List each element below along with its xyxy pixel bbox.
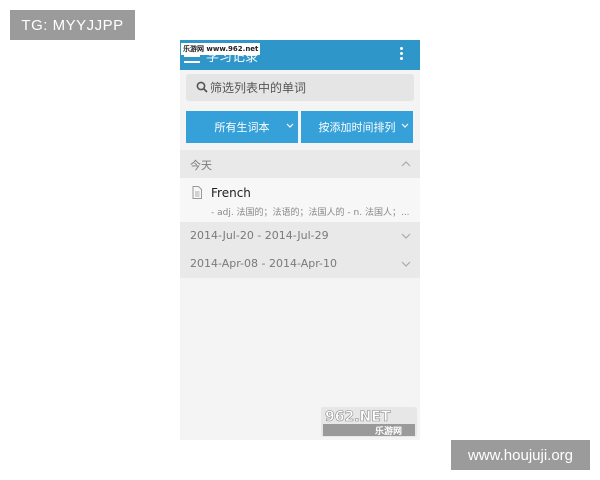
app-bar: 学习记录 乐游网 www.962.net — [180, 40, 420, 70]
chevron-up-icon — [401, 161, 411, 167]
search-icon — [196, 81, 208, 93]
document-icon — [192, 186, 202, 199]
list-item[interactable]: French - adj. 法国的；法语的；法国人的 - n. 法国人；... — [180, 178, 420, 222]
group-header-apr[interactable]: 2014-Apr-08 - 2014-Apr-10 — [180, 250, 420, 278]
group-header-today[interactable]: 今天 — [180, 150, 420, 178]
group-header-label: 2014-Apr-08 - 2014-Apr-10 — [190, 257, 337, 270]
tg-watermark-label: TG: MYYJJPP — [10, 10, 135, 40]
phone-screen: 学习记录 乐游网 www.962.net 所有生词本 按添加时间排列 今天 — [180, 40, 420, 440]
sort-order-label: 按添加时间排列 — [318, 121, 396, 134]
sort-order-dropdown[interactable]: 按添加时间排列 — [301, 111, 413, 143]
site-logo: 962.NET 乐游网 — [321, 407, 417, 437]
more-vert-icon[interactable] — [398, 47, 404, 63]
search-input[interactable] — [210, 74, 410, 101]
chevron-down-icon — [286, 123, 294, 128]
site-watermark-badge: 乐游网 www.962.net — [181, 43, 261, 55]
word-title: French — [211, 186, 251, 200]
logo-top-text: 962.NET — [325, 409, 391, 425]
wordbook-filter-dropdown[interactable]: 所有生词本 — [186, 111, 298, 143]
group-header-jul[interactable]: 2014-Jul-20 - 2014-Jul-29 — [180, 222, 420, 250]
group-header-label: 2014-Jul-20 - 2014-Jul-29 — [190, 229, 329, 242]
wordbook-filter-label: 所有生词本 — [214, 121, 270, 134]
search-box[interactable] — [186, 74, 414, 101]
chevron-down-icon — [401, 261, 411, 267]
word-definition: - adj. 法国的；法语的；法国人的 - n. 法国人；... — [211, 208, 410, 218]
site-watermark-label: www.houjuji.org — [451, 440, 590, 470]
chevron-down-icon — [401, 123, 409, 128]
logo-bottom-text: 乐游网 — [375, 425, 402, 437]
chevron-down-icon — [401, 233, 411, 239]
group-header-label: 今天 — [190, 159, 212, 172]
